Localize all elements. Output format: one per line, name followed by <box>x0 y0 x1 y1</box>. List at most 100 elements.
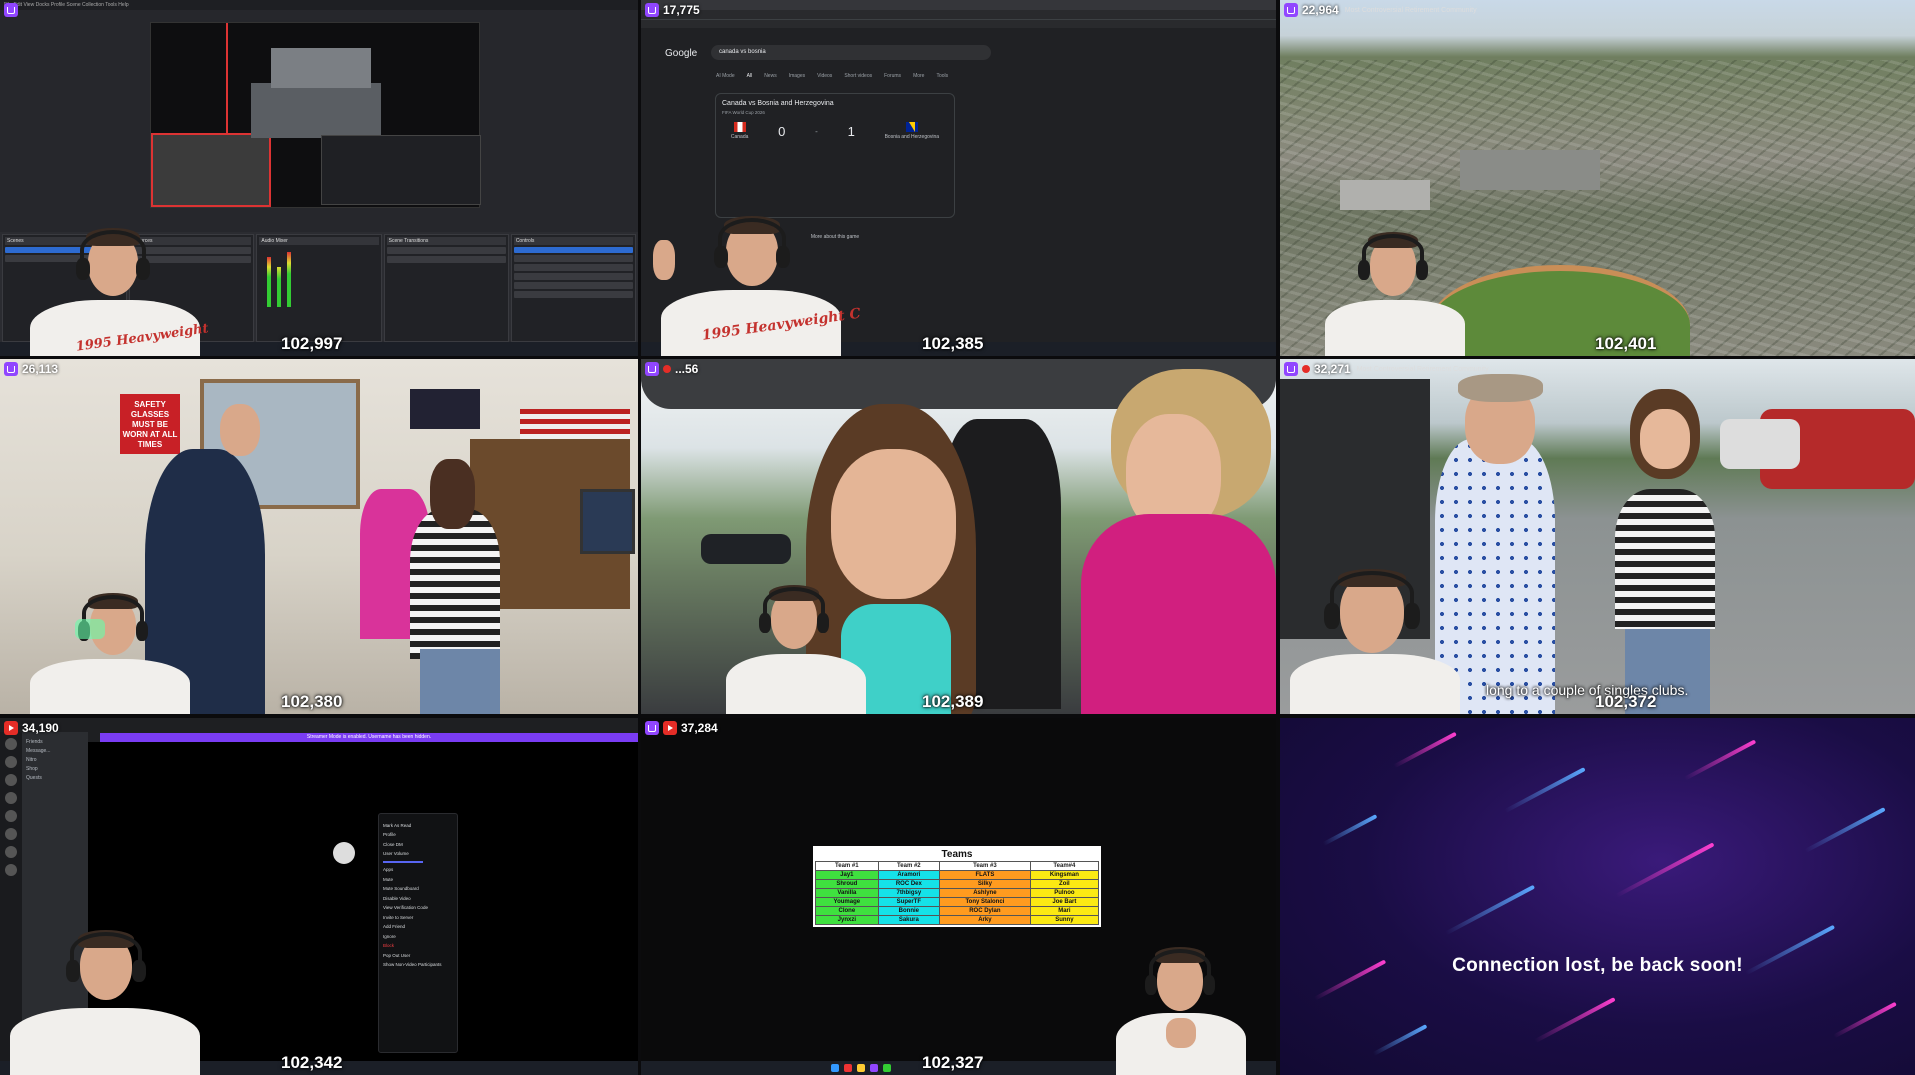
search-input[interactable]: canada vs bosnia <box>711 45 991 60</box>
home-score: 0 <box>778 123 786 139</box>
webcam-overlay <box>20 579 200 714</box>
audio-mixer-panel[interactable]: Audio Mixer <box>256 234 382 342</box>
menu-mark-as-read[interactable]: Mark As Read <box>383 823 453 828</box>
bookmarks-bar[interactable] <box>641 20 1276 28</box>
table-row: Jay1 Aramori FLATS Kingsman <box>815 870 1100 880</box>
scene-transitions-panel[interactable]: Scene Transitions <box>383 234 509 342</box>
nitro-link[interactable]: Nitro <box>26 757 84 763</box>
tab-images[interactable]: Images <box>789 73 805 79</box>
table-cell: Clone <box>815 906 879 916</box>
obs-menubar[interactable]: File Edit View Docks Profile Scene Colle… <box>0 0 638 10</box>
menu-mute[interactable]: Mute <box>383 877 453 882</box>
table-cell: Ashlyne <box>939 888 1031 898</box>
table-cell: Silky <box>939 879 1031 889</box>
away-score: 1 <box>847 123 855 139</box>
address-bar[interactable] <box>641 10 1276 20</box>
starfield-background <box>1280 718 1915 1075</box>
menu-ignore[interactable]: Ignore <box>383 934 453 939</box>
away-team[interactable]: Bosnia and Herzegovina <box>885 122 939 140</box>
table-cell: Sunny <box>1029 915 1100 925</box>
total-counter: 102,385 <box>922 334 984 353</box>
live-dot-icon <box>663 365 671 373</box>
google-logo[interactable]: Google <box>665 48 697 59</box>
tab-forums[interactable]: Forums <box>884 73 901 79</box>
live-dot-icon <box>1302 365 1310 373</box>
menu-pop-out-user[interactable]: Pop Out User <box>383 953 453 958</box>
stream-badge: ...56 <box>645 362 698 376</box>
tile-golf-cart[interactable]: ...56 102,389 <box>641 359 1276 714</box>
menu-add-friend[interactable]: Add Friend <box>383 924 453 929</box>
tile-aerial-community[interactable]: 22,964 Most Controversial Retirement Com… <box>1280 0 1915 356</box>
table-cell: Jay1 <box>815 870 879 880</box>
shop-link[interactable]: Shop <box>26 766 84 772</box>
menu-view-verification[interactable]: View Verification Code <box>383 905 453 910</box>
volume-slider[interactable] <box>383 860 423 863</box>
menu-mute-soundboard[interactable]: Mute Soundboard <box>383 886 453 891</box>
table-cell: Jynxzi <box>815 915 879 925</box>
streamer-mode-banner[interactable]: Streamer Mode is enabled. Username has b… <box>100 733 638 742</box>
tab-tools[interactable]: Tools <box>936 73 948 79</box>
twitch-icon <box>1284 362 1298 376</box>
tab-more[interactable]: More <box>913 73 924 79</box>
total-counter: 102,342 <box>281 1053 343 1072</box>
user-context-menu[interactable]: Mark As Read Profile Close DM User Volum… <box>378 813 458 1053</box>
search-nav-tabs[interactable]: AI Mode All News Images Videos Short vid… <box>716 73 948 79</box>
menu-close-dm[interactable]: Close DM <box>383 842 453 847</box>
team4-header: Team#4 <box>1029 861 1100 871</box>
message-requests-link[interactable]: Message... <box>26 748 84 754</box>
menu-user-volume[interactable]: User Volume <box>383 851 453 856</box>
tab-videos[interactable]: Videos <box>817 73 832 79</box>
tile-obs-studio[interactable]: File Edit View Docks Profile Scene Colle… <box>0 0 638 356</box>
tab-short-videos[interactable]: Short videos <box>844 73 872 79</box>
table-cell: Joe Bart <box>1029 897 1100 907</box>
table-cell: Pulnoo <box>1029 888 1100 898</box>
webcam-overlay <box>1320 220 1470 356</box>
controls-panel[interactable]: Controls <box>510 234 637 342</box>
stream-badge: 34,190 <box>4 721 59 735</box>
match-competition: FIFA World Cup 2026 <box>722 110 765 115</box>
home-team[interactable]: Canada <box>731 122 748 140</box>
table-cell: ROC Dex <box>877 879 941 889</box>
tile-street-interview[interactable]: long to a couple of singles clubs. 32,27… <box>1280 359 1915 714</box>
teams-header-row: Team #1 Team #2 Team #3 Team#4 <box>815 861 1100 871</box>
table-row: Youmage SuperTF Tony Stalonci Joe Bart <box>815 897 1100 907</box>
total-counter: 102,372 <box>1595 692 1657 711</box>
tile-office[interactable]: SAFETY GLASSES MUST BE WORN AT ALL TIMES <box>0 359 638 714</box>
browser-tabs[interactable] <box>641 0 1276 10</box>
youtube-icon <box>4 721 18 735</box>
tab-ai-mode[interactable]: AI Mode <box>716 73 735 79</box>
webcam-overlay: 1995 Heavyweight Champion <box>641 200 861 356</box>
menu-disable-video[interactable]: Disable Video <box>383 896 453 901</box>
friends-link[interactable]: Friends <box>26 739 84 745</box>
table-cell: Youmage <box>815 897 879 907</box>
table-cell: 7thbigsy <box>877 888 941 898</box>
team3-header: Team #3 <box>939 861 1031 871</box>
tile-discord[interactable]: Streamer Mode is enabled. Username has b… <box>0 718 638 1075</box>
webcam-overlay <box>0 908 210 1075</box>
menu-show-non-video[interactable]: Show Non-Video Participants <box>383 962 453 967</box>
tab-all[interactable]: All <box>747 73 753 79</box>
tab-news[interactable]: News <box>764 73 777 79</box>
stream-badge: 37,284 <box>645 721 718 735</box>
menu-block[interactable]: Block <box>383 943 453 948</box>
obs-preview-canvas[interactable] <box>150 22 481 208</box>
team1-header: Team #1 <box>815 861 879 871</box>
menu-apps[interactable]: Apps <box>383 867 453 872</box>
tile-teams-table[interactable]: Teams Team #1 Team #2 Team #3 Team#4 Jay… <box>641 718 1276 1075</box>
menu-invite-to-server[interactable]: Invite to Server <box>383 915 453 920</box>
table-cell: SuperTF <box>877 897 941 907</box>
menu-profile[interactable]: Profile <box>383 832 453 837</box>
twitch-icon <box>645 362 659 376</box>
stream-title: Most Controversial Retirement Community <box>1344 6 1477 14</box>
viewer-count: 37,284 <box>681 721 718 735</box>
tile-google-search[interactable]: Google canada vs bosnia AI Mode All News… <box>641 0 1276 356</box>
table-cell: Sakura <box>877 915 941 925</box>
quests-link[interactable]: Quests <box>26 775 84 781</box>
youtube-icon <box>663 721 677 735</box>
twitch-icon <box>645 721 659 735</box>
viewer-count: ...56 <box>675 362 699 376</box>
twitch-icon <box>1284 3 1298 17</box>
stream-badge: 32,271 Most Controversial Retirement Com… <box>1284 362 1489 376</box>
stream-badge: 26,113 <box>4 362 58 376</box>
canada-flag-icon <box>733 122 746 132</box>
